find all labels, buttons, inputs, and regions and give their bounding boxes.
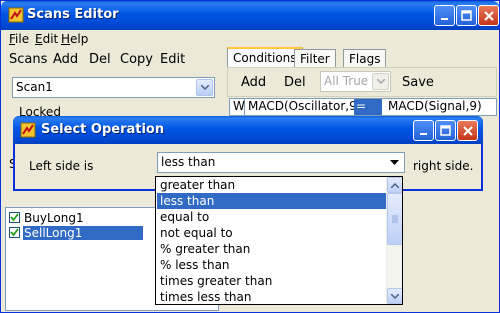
- dialog-title-bar[interactable]: Select Operation: [13, 116, 483, 144]
- title-bar[interactable]: Scans Editor: [1, 1, 499, 30]
- right-side-label: right side.: [413, 159, 474, 173]
- dropdown-scrollbar[interactable]: [386, 177, 402, 304]
- add-condition-button[interactable]: Add: [241, 75, 266, 90]
- maximize-button[interactable]: [435, 120, 456, 141]
- maximize-button[interactable]: [456, 5, 477, 26]
- dialog-title: Select Operation: [41, 122, 165, 137]
- edit-scan-button[interactable]: Edit: [160, 52, 185, 67]
- condition-operator[interactable]: =: [354, 99, 382, 115]
- minimize-icon: [440, 17, 448, 20]
- minimize-icon: [419, 132, 427, 135]
- scroll-up-button[interactable]: [387, 177, 402, 193]
- list-item-label: SellLong1: [23, 226, 143, 240]
- delete-condition-button[interactable]: Del: [284, 75, 306, 90]
- app-icon: [8, 7, 24, 23]
- minimize-button[interactable]: [413, 120, 434, 141]
- tab-flags[interactable]: Flags: [343, 49, 387, 69]
- chevron-down-icon[interactable]: [372, 73, 389, 90]
- scan-select-value: Scan1: [16, 80, 53, 94]
- condition-left-operand[interactable]: MACD(Oscillator,9): [248, 99, 361, 113]
- left-side-label: Left side is: [29, 159, 94, 173]
- tab-filter[interactable]: Filter: [294, 49, 336, 69]
- delete-scan-button[interactable]: Del: [89, 52, 111, 67]
- maximize-icon: [440, 125, 451, 136]
- add-scan-button[interactable]: Add: [53, 52, 78, 67]
- minimize-button[interactable]: [434, 5, 455, 26]
- chevron-down-icon: [391, 293, 399, 299]
- chevron-down-icon[interactable]: [196, 79, 213, 96]
- close-icon: [483, 10, 494, 21]
- dropdown-option[interactable]: % less than: [157, 257, 388, 273]
- menu-help[interactable]: Help: [61, 32, 88, 46]
- dropdown-option[interactable]: greater than: [157, 177, 388, 193]
- app-icon: [20, 122, 36, 138]
- tab-conditions[interactable]: Conditions: [227, 47, 303, 69]
- grip-icon: [392, 215, 398, 223]
- dropdown-option[interactable]: equal to: [157, 209, 388, 225]
- scan-select[interactable]: Scan1: [12, 77, 215, 98]
- menu-edit[interactable]: Edit: [35, 32, 58, 46]
- checkbox[interactable]: [9, 212, 20, 223]
- dropdown-option[interactable]: not equal to: [157, 225, 388, 241]
- dropdown-option[interactable]: times less than: [157, 289, 388, 304]
- operation-select-value: less than: [161, 155, 216, 169]
- condition-w-cell: W: [233, 99, 245, 115]
- chevron-down-icon[interactable]: [386, 154, 403, 171]
- window-title: Scans Editor: [27, 7, 119, 22]
- conditions-toolbar: Add Del All True Save: [227, 67, 497, 97]
- operation-dropdown-list: greater than less than equal to not equa…: [155, 176, 403, 305]
- filter-select-value: All True: [324, 74, 369, 88]
- close-icon: [462, 125, 473, 136]
- filter-select[interactable]: All True: [320, 71, 391, 92]
- menu-file[interactable]: File: [9, 32, 29, 46]
- list-item-label: BuyLong1: [24, 211, 84, 225]
- scroll-thumb[interactable]: [387, 193, 402, 245]
- operation-select[interactable]: less than: [157, 152, 405, 173]
- menu-bar: File Edit Help: [1, 30, 499, 48]
- scroll-down-button[interactable]: [387, 288, 402, 304]
- close-button[interactable]: [457, 120, 478, 141]
- maximize-icon: [461, 10, 472, 21]
- save-button[interactable]: Save: [402, 75, 434, 90]
- dropdown-option[interactable]: less than: [157, 193, 388, 209]
- dropdown-option[interactable]: % greater than: [157, 241, 388, 257]
- chevron-up-icon: [391, 182, 399, 188]
- dropdown-option[interactable]: times greater than: [157, 273, 388, 289]
- condition-row[interactable]: W MACD(Oscillator,9) = MACD(Signal,9): [229, 98, 497, 116]
- checkbox[interactable]: [9, 227, 20, 238]
- scans-label: Scans: [9, 52, 48, 67]
- copy-scan-button[interactable]: Copy: [120, 52, 153, 67]
- close-button[interactable]: [478, 5, 499, 26]
- condition-right-operand[interactable]: MACD(Signal,9): [388, 99, 482, 113]
